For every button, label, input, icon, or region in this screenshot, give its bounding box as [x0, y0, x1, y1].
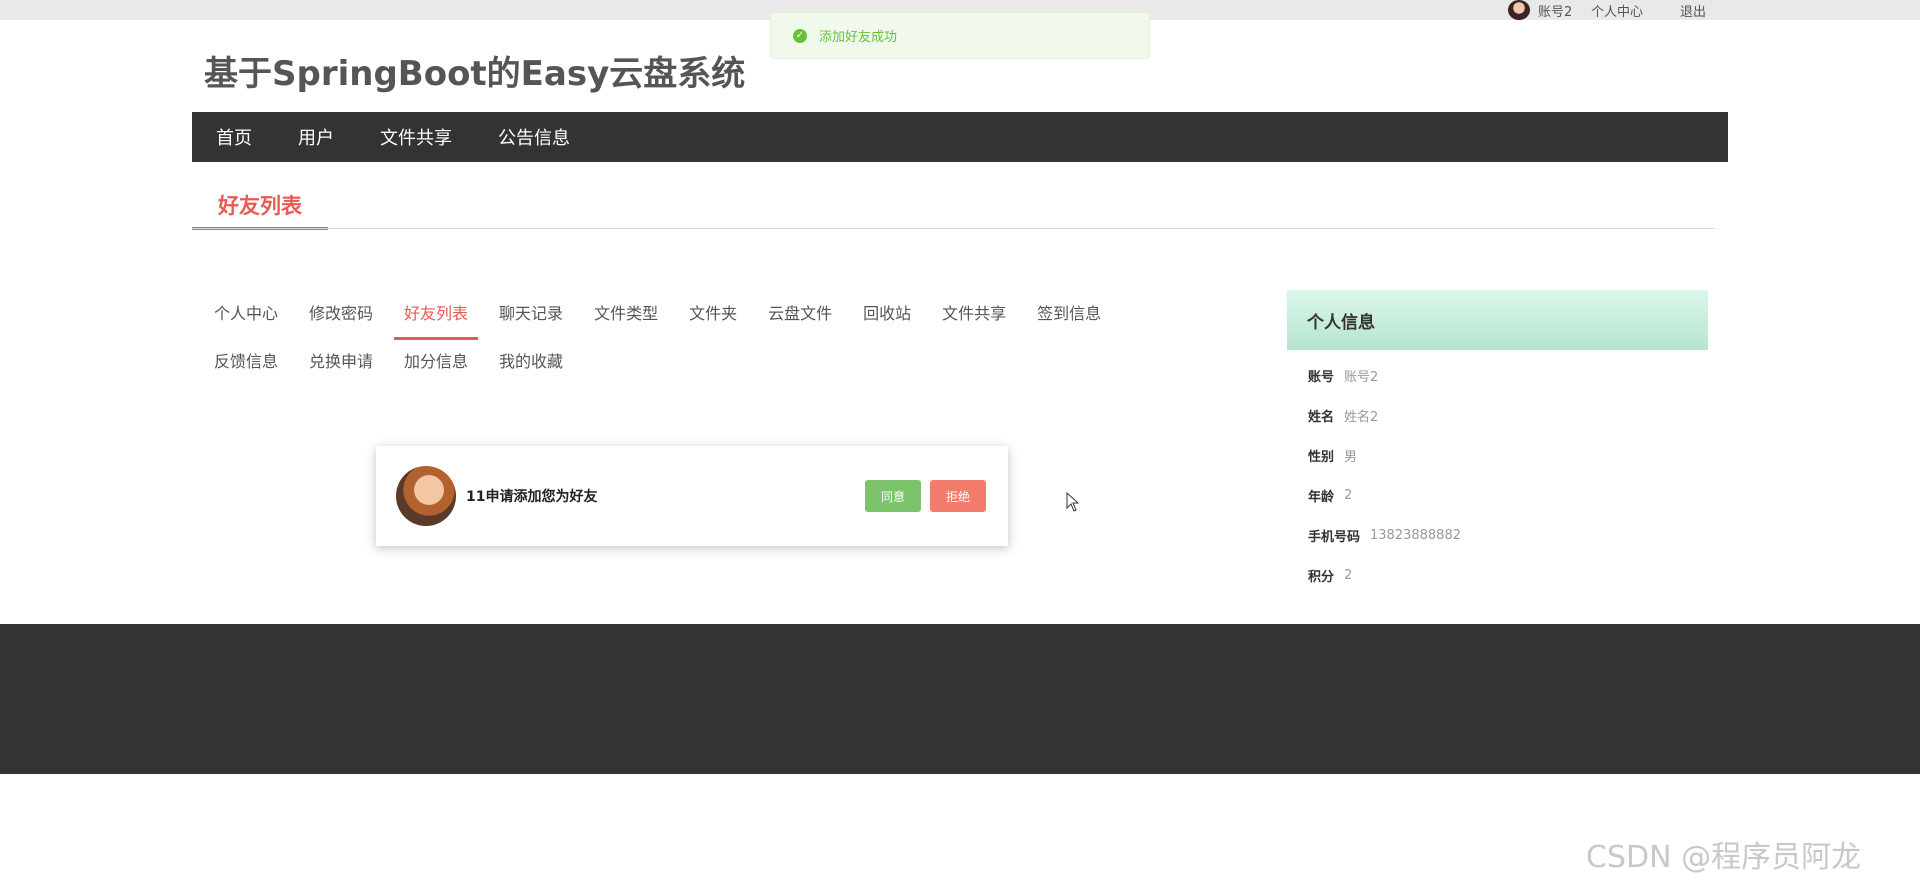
nav-item-file-share[interactable]: 文件共享 — [380, 124, 452, 150]
sub-item-file-type[interactable]: 文件类型 — [594, 290, 658, 338]
info-row-age: 年龄 2 — [1287, 475, 1708, 515]
info-label: 积分 — [1308, 569, 1335, 585]
info-value: 男 — [1344, 449, 1358, 465]
info-label: 性别 — [1308, 449, 1335, 465]
info-row-name: 姓名 姓名2 — [1287, 395, 1708, 435]
sub-item-exchange-request[interactable]: 兑换申请 — [309, 338, 373, 386]
sub-menu-row-2: 反馈信息 兑换申请 加分信息 我的收藏 — [214, 338, 1144, 386]
agree-button[interactable]: 同意 — [865, 480, 921, 512]
info-label: 年龄 — [1308, 489, 1335, 505]
toast-message: 添加好友成功 — [819, 30, 898, 45]
mouse-pointer-icon — [1066, 492, 1080, 512]
info-row-account: 账号 账号2 — [1287, 355, 1708, 395]
sub-menu: 个人中心 修改密码 好友列表 聊天记录 文件类型 文件夹 云盘文件 回收站 文件… — [214, 290, 1144, 386]
sub-item-chat-history[interactable]: 聊天记录 — [499, 290, 563, 338]
user-avatar[interactable] — [1508, 0, 1530, 20]
info-row-gender: 性别 男 — [1287, 435, 1708, 475]
sub-item-my-favorites[interactable]: 我的收藏 — [499, 338, 563, 386]
personal-info-title: 个人信息 — [1287, 290, 1708, 350]
sub-item-friend-list[interactable]: 好友列表 — [394, 290, 479, 340]
sub-item-points-info[interactable]: 加分信息 — [404, 338, 468, 386]
requester-avatar — [396, 466, 456, 526]
sub-item-sign-in-info[interactable]: 签到信息 — [1037, 290, 1101, 338]
nav-item-home[interactable]: 首页 — [216, 124, 252, 150]
page-footer — [0, 624, 1920, 774]
info-row-phone: 手机号码 13823888882 — [1287, 515, 1708, 555]
friend-request-text: 11申请添加您为好友 — [466, 489, 598, 505]
info-row-points: 积分 2 — [1287, 555, 1708, 595]
info-label: 姓名 — [1308, 409, 1335, 425]
info-value: 2 — [1344, 567, 1353, 583]
nav-item-users[interactable]: 用户 — [298, 124, 334, 150]
info-label: 手机号码 — [1308, 529, 1361, 545]
sub-item-personal-center[interactable]: 个人中心 — [214, 290, 278, 338]
sub-item-recycle-bin[interactable]: 回收站 — [863, 290, 911, 338]
reject-button[interactable]: 拒绝 — [930, 480, 986, 512]
info-label: 账号 — [1308, 369, 1335, 385]
check-circle-icon: ✓ — [793, 28, 807, 43]
sub-item-cloud-files[interactable]: 云盘文件 — [768, 290, 832, 338]
info-value: 2 — [1344, 487, 1353, 503]
info-value: 13823888882 — [1370, 527, 1461, 543]
personal-info-rows: 账号 账号2 姓名 姓名2 性别 男 年龄 2 手机号码 13823888882… — [1287, 350, 1708, 595]
section-divider — [192, 228, 1715, 229]
site-title: 基于SpringBoot的Easy云盘系统 — [204, 54, 746, 94]
sub-item-feedback[interactable]: 反馈信息 — [214, 338, 278, 386]
nav-item-notices[interactable]: 公告信息 — [498, 124, 570, 150]
sub-menu-row-1: 个人中心 修改密码 好友列表 聊天记录 文件类型 文件夹 云盘文件 回收站 文件… — [214, 290, 1144, 340]
logout-link[interactable]: 退出 — [1680, 0, 1706, 20]
info-value: 姓名2 — [1344, 409, 1379, 425]
friend-request-card: 11申请添加您为好友 同意 拒绝 — [376, 446, 1008, 546]
sub-item-file-share[interactable]: 文件共享 — [942, 290, 1006, 338]
watermark: CSDN @程序员阿龙 — [1586, 840, 1862, 875]
main-nav: 首页 用户 文件共享 公告信息 — [192, 112, 1728, 162]
section-tab-label: 好友列表 — [218, 194, 302, 218]
sub-item-folder[interactable]: 文件夹 — [689, 290, 737, 338]
section-tab-friend-list[interactable]: 好友列表 — [192, 186, 328, 230]
account-name[interactable]: 账号2 — [1538, 0, 1572, 20]
sub-item-change-password[interactable]: 修改密码 — [309, 290, 373, 338]
personal-center-link[interactable]: 个人中心 — [1591, 0, 1643, 20]
success-toast: ✓ 添加好友成功 — [770, 12, 1150, 59]
info-value: 账号2 — [1344, 369, 1379, 385]
personal-info-panel: 个人信息 账号 账号2 姓名 姓名2 性别 男 年龄 2 手机号码 138238… — [1287, 290, 1708, 595]
